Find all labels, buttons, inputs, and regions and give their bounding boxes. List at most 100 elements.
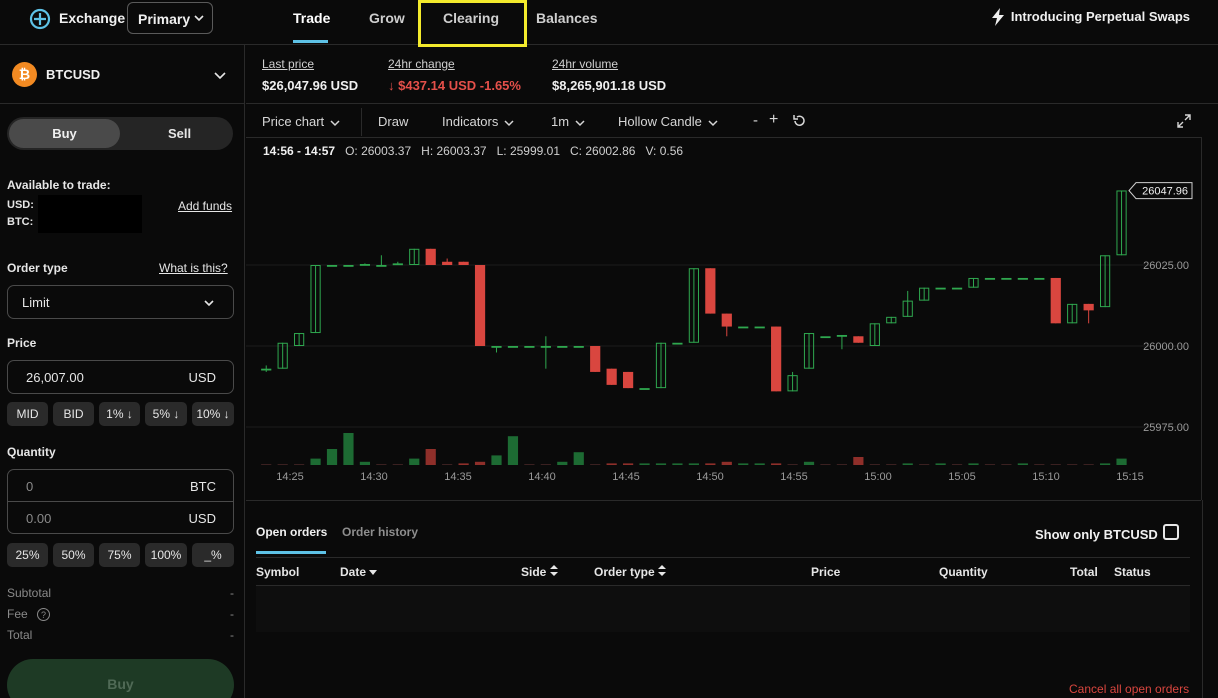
col-side[interactable]: Side [521, 565, 558, 579]
buy-sell-toggle: Buy Sell [7, 117, 233, 150]
indicators-dropdown[interactable]: Indicators [442, 114, 514, 129]
five-percent-chip[interactable]: 5% ↓ [145, 402, 187, 426]
order-type-label: Order type [7, 261, 68, 275]
pct-100-chip[interactable]: 100% [145, 543, 187, 567]
tab-trade[interactable]: Trade [293, 10, 330, 26]
x-tick-label: 14:30 [360, 471, 388, 483]
available-label: Available to trade: [7, 178, 111, 192]
candle-body [557, 346, 568, 348]
price-chart[interactable]: 26025.00 26000.00 25975.00 26047.96 14:25 14:… [246, 160, 1201, 500]
volume-bar [392, 464, 403, 465]
candle-body [376, 265, 387, 267]
what-is-this-link[interactable]: What is this? [159, 261, 228, 275]
quantity-btc-input[interactable]: 0 BTC [7, 469, 234, 502]
candle-body [672, 342, 683, 345]
x-tick-label: 14:50 [696, 471, 724, 483]
current-price-label: 26047.96 [1142, 186, 1188, 198]
tab-open-orders[interactable]: Open orders [256, 525, 327, 539]
quantity-btc-value: 0 [26, 479, 34, 494]
candle-body [590, 346, 601, 372]
chevron-down-icon [708, 120, 718, 126]
sort-icon [549, 565, 558, 576]
promo-link[interactable]: Introducing Perpetual Swaps [991, 8, 1190, 26]
fee-label: Fee [7, 607, 28, 621]
reset-icon[interactable] [792, 114, 806, 128]
pct-25-chip[interactable]: 25% [7, 543, 48, 567]
buy-submit-button[interactable]: Buy [7, 659, 234, 698]
candle-body [343, 265, 354, 267]
account-select-value: Primary [138, 11, 191, 27]
sell-toggle-button[interactable]: Sell [128, 119, 231, 148]
volume-label[interactable]: 24hr volume [552, 57, 618, 71]
volume-bar [672, 463, 683, 465]
pct-75-chip[interactable]: 75% [99, 543, 140, 567]
quantity-usd-unit: USD [188, 511, 216, 526]
order-type-value: Limit [22, 295, 50, 310]
fullscreen-icon[interactable] [1177, 114, 1191, 128]
price-label: Price [7, 336, 37, 350]
zoom-in-button[interactable]: + [769, 111, 778, 129]
sort-down-icon [369, 570, 378, 575]
tab-balances[interactable]: Balances [536, 10, 597, 26]
volume-bar [820, 464, 831, 465]
ohlc-volume-label: V: [645, 144, 657, 158]
volume-bar [1001, 464, 1012, 465]
col-symbol[interactable]: Symbol [256, 565, 299, 579]
price-input[interactable]: 26,007.00 USD [7, 360, 234, 394]
one-percent-chip[interactable]: 1% ↓ [99, 402, 140, 426]
divider [246, 103, 1218, 104]
subtotal-value: - [230, 586, 234, 600]
brand-name[interactable]: Exchange [59, 10, 125, 26]
col-price[interactable]: Price [811, 565, 840, 579]
volume-bar [1083, 464, 1094, 465]
bid-price-chip[interactable]: BID [53, 402, 94, 426]
volume-bar [1100, 463, 1111, 465]
interval-dropdown[interactable]: 1m [551, 114, 585, 129]
volume-bar [606, 463, 617, 465]
bitcoin-icon: ₿ [12, 62, 37, 87]
col-order-type[interactable]: Order type [594, 565, 667, 579]
zoom-out-button[interactable]: - [753, 112, 758, 129]
pair-selector[interactable]: ₿ BTCUSD [0, 45, 245, 104]
volume-bar [343, 433, 354, 465]
col-status[interactable]: Status [1114, 565, 1151, 579]
quantity-label: Quantity [7, 445, 56, 459]
cancel-all-orders-link[interactable]: Cancel all open orders [1069, 682, 1189, 696]
volume-bar [853, 457, 864, 465]
show-only-checkbox[interactable] [1163, 524, 1179, 540]
tab-order-history[interactable]: Order history [342, 525, 418, 539]
quantity-usd-input[interactable]: 0.00 USD [7, 501, 234, 534]
add-funds-link[interactable]: Add funds [178, 199, 232, 213]
candle-body [1083, 303, 1094, 311]
order-type-select[interactable]: Limit [7, 285, 234, 319]
account-select[interactable]: Primary [127, 2, 213, 34]
total-label: Total [7, 628, 33, 642]
buy-toggle-button[interactable]: Buy [9, 119, 120, 148]
total-row: Total - [7, 628, 234, 642]
candle-body [573, 346, 584, 348]
col-date[interactable]: Date [340, 565, 378, 579]
price-chart-dropdown[interactable]: Price chart [262, 114, 340, 129]
pct-custom-chip[interactable]: _% [192, 543, 234, 567]
exchange-logo-icon[interactable] [28, 8, 52, 30]
candle-body [261, 368, 272, 371]
candle-body [705, 268, 716, 314]
help-icon[interactable]: ? [37, 608, 51, 621]
ten-percent-chip[interactable]: 10% ↓ [192, 402, 234, 426]
tab-grow[interactable]: Grow [369, 10, 405, 26]
last-price-label[interactable]: Last price [262, 57, 314, 71]
mid-price-chip[interactable]: MID [7, 402, 48, 426]
candle-body [326, 265, 338, 267]
pct-50-chip[interactable]: 50% [53, 543, 94, 567]
change-label[interactable]: 24hr change [388, 57, 455, 71]
volume-bar [540, 464, 551, 465]
candle-style-dropdown[interactable]: Hollow Candle [618, 114, 718, 129]
col-total[interactable]: Total [1070, 565, 1098, 579]
divider [256, 557, 1190, 558]
draw-button[interactable]: Draw [378, 114, 408, 129]
candle-style-label: Hollow Candle [618, 114, 702, 129]
col-quantity[interactable]: Quantity [939, 565, 988, 579]
divider [246, 500, 1201, 501]
volume-bar [1116, 458, 1127, 465]
volume-bar [902, 463, 913, 465]
